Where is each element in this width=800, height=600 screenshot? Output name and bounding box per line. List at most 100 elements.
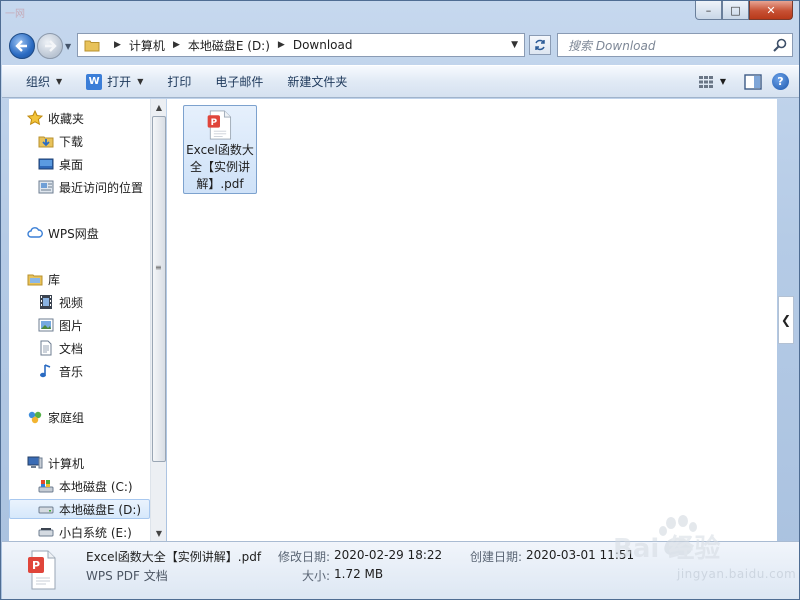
- chevron-down-icon: ▼: [56, 77, 63, 86]
- recent-pages-dropdown[interactable]: ▼: [65, 42, 77, 51]
- nav-documents[interactable]: 文档: [38, 338, 83, 358]
- nav-recent-places[interactable]: 最近访问的位置: [38, 177, 143, 197]
- document-icon: [38, 340, 54, 356]
- explorer-window: 一网 – □ ✕ ▼ ▶ 计算机 ▶ 本地磁盘E (D:) ▶ Download…: [0, 0, 800, 600]
- chevron-left-icon: ❮: [780, 313, 792, 327]
- nav-computer-label: 计算机: [48, 456, 85, 471]
- nav-computer[interactable]: 计算机: [27, 453, 84, 473]
- address-bar[interactable]: ▶ 计算机 ▶ 本地磁盘E (D:) ▶ Download ▼: [77, 33, 525, 57]
- details-size-label: 大小:: [302, 569, 331, 583]
- nav-homegroup-label: 家庭组: [48, 410, 85, 425]
- nav-documents-label: 文档: [59, 341, 84, 356]
- nav-drive-c[interactable]: 本地磁盘 (C:): [38, 476, 133, 496]
- chevron-down-icon[interactable]: ▼: [137, 77, 143, 86]
- file-name: Excel函数大全【实例讲解】.pdf: [186, 143, 254, 191]
- recent-places-icon: [38, 179, 54, 195]
- help-icon[interactable]: ?: [772, 73, 789, 90]
- breadcrumb-drive-d[interactable]: 本地磁盘E (D:): [188, 37, 270, 54]
- details-created-label: 创建日期:: [470, 550, 523, 564]
- minimize-button[interactable]: –: [695, 1, 722, 20]
- drive-icon: [38, 501, 54, 517]
- breadcrumb-download[interactable]: Download: [293, 38, 353, 52]
- nav-videos-label: 视频: [59, 295, 84, 310]
- nav-recent-label: 最近访问的位置: [59, 180, 144, 195]
- preview-pane-icon[interactable]: [744, 73, 762, 90]
- nav-drive-d[interactable]: 本地磁盘E (D:): [9, 499, 150, 519]
- nav-drive-e[interactable]: 小白系统 (E:): [38, 522, 132, 541]
- file-item[interactable]: P Excel函数大全【实例讲解】.pdf: [183, 105, 257, 194]
- scroll-grip: ≡: [155, 263, 162, 272]
- scrollbar-thumb[interactable]: [152, 116, 166, 462]
- picture-icon: [38, 317, 54, 333]
- nav-libraries[interactable]: 库: [27, 269, 60, 289]
- svg-text:P: P: [211, 118, 218, 128]
- system-drive-icon: [38, 478, 54, 494]
- email-button[interactable]: 电子邮件: [203, 66, 275, 97]
- baidu-watermark: Bai 经验 jingyan.baidu.com: [599, 515, 796, 587]
- file-list: P Excel函数大全【实例讲解】.pdf: [167, 99, 777, 541]
- change-view-button[interactable]: ▼: [698, 75, 726, 89]
- desktop-icon: [38, 156, 54, 172]
- view-grid-icon: [698, 75, 713, 88]
- nav-wps-label: WPS网盘: [48, 226, 99, 241]
- nav-downloads-label: 下载: [59, 134, 84, 149]
- details-modified-value: 2020-02-29 18:22: [334, 548, 443, 562]
- cloud-icon: [27, 225, 43, 241]
- nav-pictures[interactable]: 图片: [38, 315, 83, 335]
- homegroup-icon: [27, 409, 43, 425]
- toolbar-right: ▼ ?: [698, 66, 789, 97]
- computer-icon: [27, 455, 43, 471]
- nav-desktop[interactable]: 桌面: [38, 154, 83, 174]
- nav-drive-c-label: 本地磁盘 (C:): [59, 479, 133, 494]
- organize-button[interactable]: 组织 ▼: [2, 66, 74, 97]
- wps-pdf-icon: P: [207, 110, 232, 140]
- new-folder-button[interactable]: 新建文件夹: [275, 66, 359, 97]
- open-button[interactable]: W 打开 ▼: [74, 66, 155, 97]
- chevron-right-icon[interactable]: ▶: [278, 40, 285, 50]
- nav-pictures-label: 图片: [59, 318, 84, 333]
- chevron-right-icon[interactable]: ▶: [173, 40, 180, 50]
- print-button[interactable]: 打印: [155, 66, 203, 97]
- nav-music[interactable]: 音乐: [38, 361, 83, 381]
- refresh-button[interactable]: [529, 35, 551, 55]
- chevron-down-icon[interactable]: ▼: [720, 77, 726, 86]
- chevron-down-icon[interactable]: ▼: [511, 40, 518, 50]
- library-icon: [27, 271, 43, 287]
- search-input[interactable]: 搜索 Download: [557, 33, 793, 57]
- scroll-down-icon[interactable]: ▼: [151, 525, 167, 541]
- breadcrumb-computer[interactable]: 计算机: [129, 37, 165, 54]
- nav-drive-e-label: 小白系统 (E:): [59, 525, 132, 540]
- back-button[interactable]: [9, 33, 35, 59]
- nav-favorites[interactable]: 收藏夹: [27, 108, 84, 128]
- video-icon: [38, 294, 54, 310]
- navigation-pane: 收藏夹 下载 桌面 最近访问的位置 WPS网盘 库 视频 图片 文档 音乐 家庭…: [9, 99, 150, 541]
- command-bar: 组织 ▼ W 打开 ▼ 打印 电子邮件 新建文件夹 ▼ ?: [2, 65, 799, 98]
- details-file-type: WPS PDF 文档: [86, 569, 168, 583]
- drive-icon: [38, 524, 54, 540]
- nav-videos[interactable]: 视频: [38, 292, 83, 312]
- navigation-scrollbar[interactable]: ▲ ≡ ▼: [150, 99, 166, 541]
- watermark-text: jingyan.baidu.com: [677, 567, 797, 581]
- maximize-button[interactable]: □: [722, 1, 749, 20]
- wps-pdf-icon: P: [28, 550, 56, 590]
- navigation-row: ▼ ▶ 计算机 ▶ 本地磁盘E (D:) ▶ Download ▼ 搜索 Dow…: [9, 33, 793, 59]
- nav-wps-cloud[interactable]: WPS网盘: [27, 223, 99, 243]
- nav-desktop-label: 桌面: [59, 157, 84, 172]
- scroll-up-icon[interactable]: ▲: [151, 99, 167, 115]
- collapse-pane-button[interactable]: ❮: [778, 296, 794, 344]
- arrow-left-icon: [15, 40, 27, 52]
- nav-downloads[interactable]: 下载: [38, 131, 83, 151]
- close-button[interactable]: ✕: [749, 1, 793, 20]
- folder-icon: [84, 40, 100, 51]
- forward-button[interactable]: [37, 33, 63, 59]
- star-icon: [27, 110, 43, 126]
- title-remnant: 一网: [5, 9, 25, 20]
- svg-text:P: P: [32, 559, 40, 572]
- details-modified-label: 修改日期:: [278, 550, 331, 564]
- nav-favorites-label: 收藏夹: [48, 111, 85, 126]
- nav-homegroup[interactable]: 家庭组: [27, 407, 84, 427]
- watermark-brand: Bai 经验: [613, 533, 720, 564]
- music-icon: [38, 363, 54, 379]
- search-placeholder: 搜索 Download: [568, 38, 656, 53]
- search-icon[interactable]: [772, 37, 788, 53]
